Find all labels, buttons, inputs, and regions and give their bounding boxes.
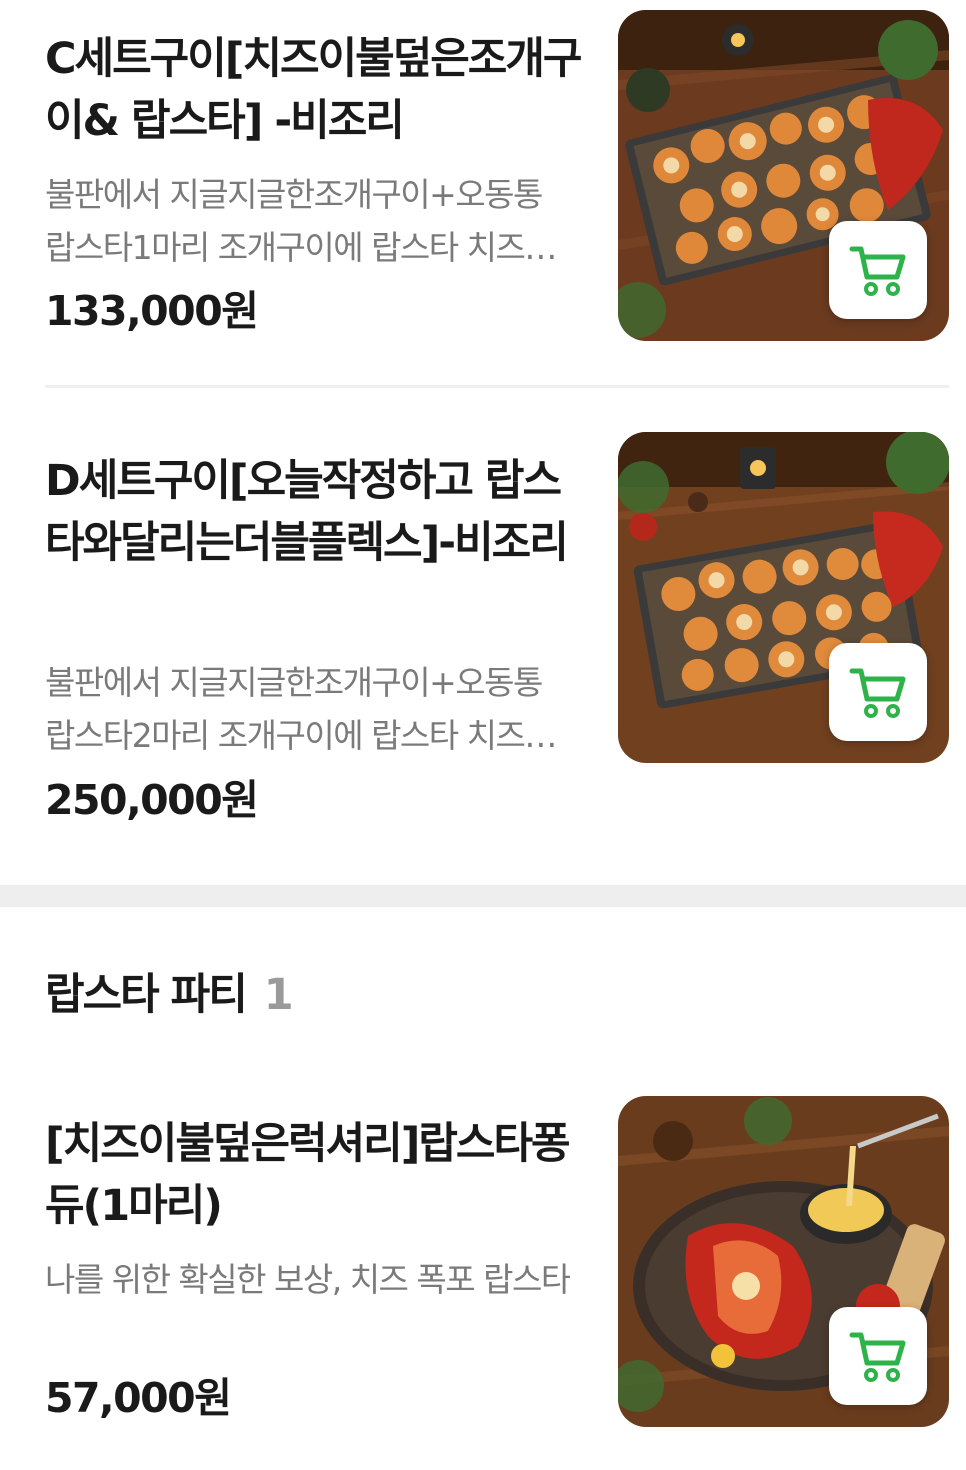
- item-name: D세트구이[오늘작정하고 랍스타와달리는더블플렉스]-비조리: [45, 456, 569, 568]
- item-photo[interactable]: [618, 10, 949, 341]
- menu-item[interactable]: D세트구이[오늘작정하고 랍스타와달리는더블플렉스]-비조리 불판에서 지글지글…: [0, 388, 966, 885]
- cart-icon: [849, 1332, 906, 1382]
- menu-item[interactable]: [치즈이불덮은럭셔리]랍스타퐁듀(1마리) 나를 위한 확실한 보상, 치즈 폭…: [0, 1085, 966, 1470]
- section-title-text: 랍스타 파티: [45, 970, 248, 1020]
- section-count: 1: [263, 970, 294, 1020]
- menu-item[interactable]: C세트구이[치즈이불덮은조개구이& 랍스타] -비조리 불판에서 지글지글한조개…: [0, 0, 966, 385]
- item-description: 불판에서 지글지글한조개구이+오동통랍스타1마리 조개구이에 랍스타 치즈이불까…: [45, 175, 555, 267]
- item-description: 불판에서 지글지글한조개구이+오동통랍스타2마리 조개구이에 랍스타 치즈이불까…: [45, 663, 555, 755]
- add-to-cart-button[interactable]: [829, 643, 927, 741]
- add-to-cart-button[interactable]: [829, 1307, 927, 1405]
- item-price: 250,000원: [45, 776, 259, 824]
- item-photo[interactable]: [618, 432, 949, 763]
- item-photo[interactable]: [618, 1096, 949, 1427]
- section-title: 랍스타 파티 1: [45, 965, 294, 1025]
- item-price: 133,000원: [45, 287, 259, 335]
- section-divider: [0, 885, 966, 907]
- cart-icon: [849, 668, 906, 718]
- add-to-cart-button[interactable]: [829, 221, 927, 319]
- item-name: C세트구이[치즈이불덮은조개구이& 랍스타] -비조리: [45, 34, 583, 146]
- item-name: [치즈이불덮은럭셔리]랍스타퐁듀(1마리): [45, 1119, 571, 1231]
- item-description: 나를 위한 확실한 보상, 치즈 폭포 랍스타: [45, 1260, 570, 1299]
- item-price: 57,000원: [45, 1374, 232, 1422]
- cart-icon: [849, 246, 906, 296]
